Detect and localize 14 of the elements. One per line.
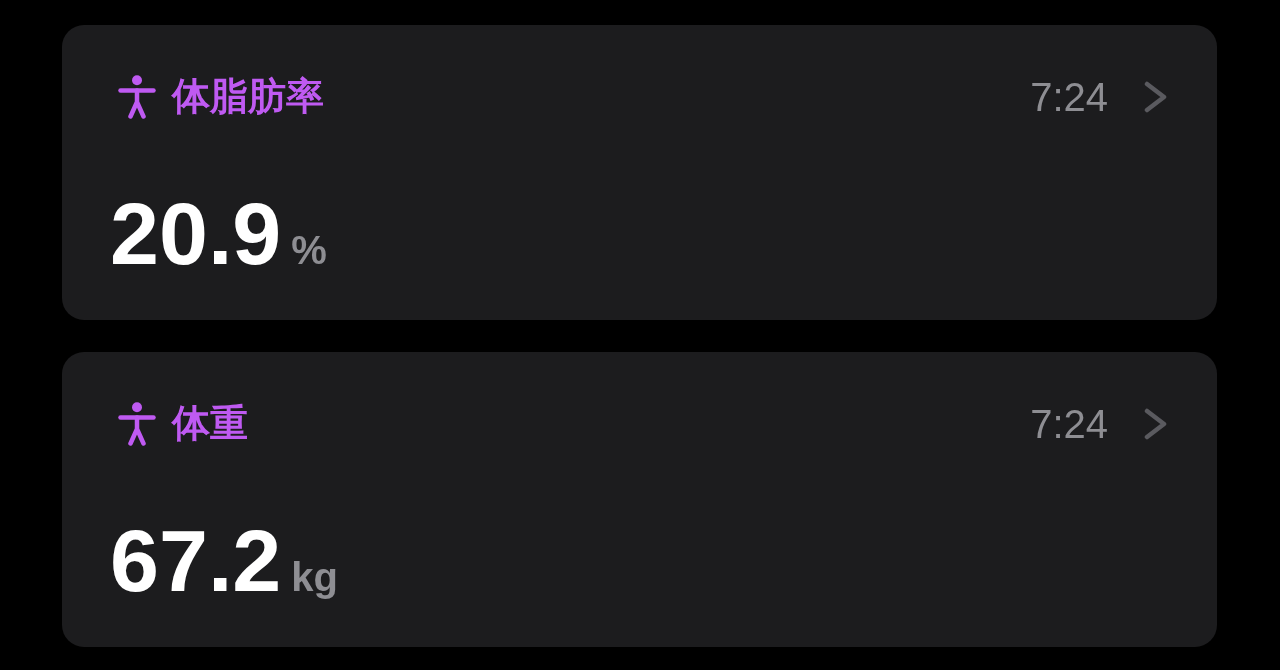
- metric-card[interactable]: 体脂肪率 7:24 20.9%: [62, 25, 1217, 320]
- metric-title: 体重: [172, 401, 248, 447]
- figure-icon: [118, 75, 156, 119]
- time-label: 7:24: [1030, 74, 1108, 120]
- unit-label: %: [291, 230, 327, 270]
- metric-value: 67.2: [110, 517, 282, 605]
- chevron-icon: [1144, 81, 1168, 113]
- unit-label: kg: [291, 557, 338, 597]
- figure-icon: [118, 402, 156, 446]
- metric-title: 体脂肪率: [172, 74, 324, 120]
- chevron-icon: [1144, 408, 1168, 440]
- metric-value: 20.9: [110, 190, 282, 278]
- time-label: 7:24: [1030, 401, 1108, 447]
- metric-card[interactable]: 体重 7:24 67.2 kg: [62, 352, 1217, 647]
